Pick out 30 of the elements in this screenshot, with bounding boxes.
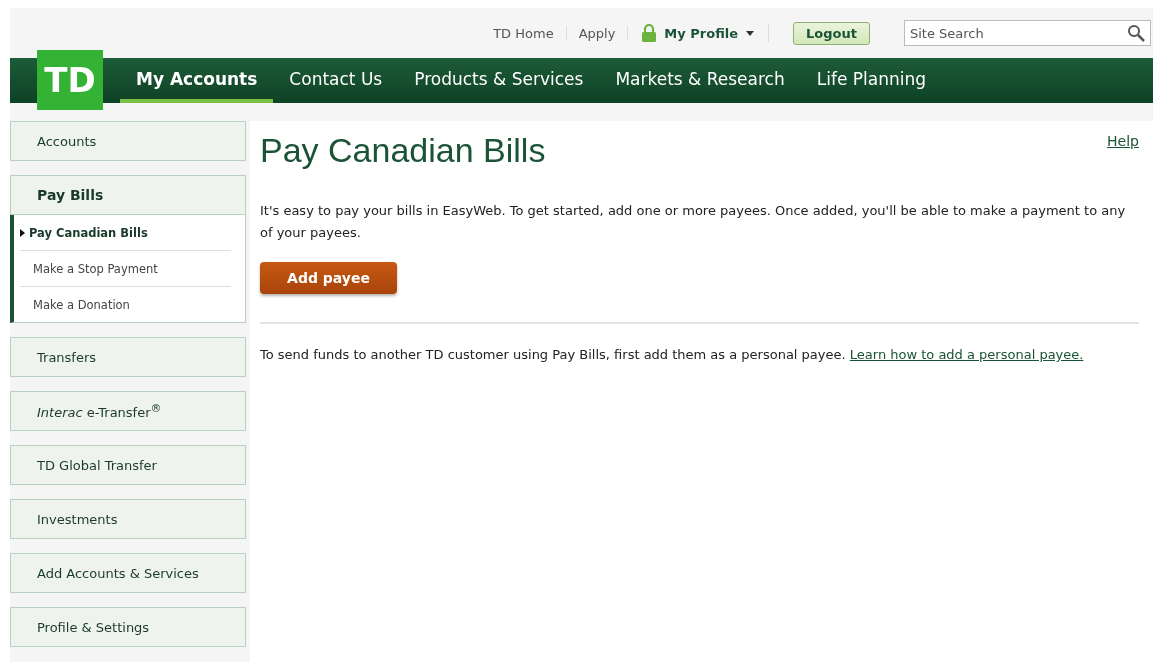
nav-tab[interactable]: Markets & Research — [599, 58, 801, 103]
nav-tab[interactable]: Products & Services — [398, 58, 600, 103]
sidebar-item[interactable]: Add Accounts & Services — [10, 553, 246, 593]
submenu-item[interactable]: Pay Canadian Bills — [20, 215, 231, 251]
pointer-icon — [20, 228, 25, 237]
sidebar-item[interactable]: Transfers — [10, 337, 246, 377]
page-title: Pay Canadian Bills — [260, 131, 546, 170]
caret-icon — [746, 30, 755, 36]
top-link[interactable]: TD Home — [481, 25, 567, 41]
submenu-item[interactable]: Make a Donation — [20, 287, 231, 322]
sidebar-item[interactable]: Profile & Settings — [10, 607, 246, 647]
note-text: To send funds to another TD customer using Pay Bills, first add them as a personal payee. Learn how to add a personal payee. — [260, 346, 1085, 364]
intro-text: It's easy to pay your bills in EasyWeb. To get started, add one or more payees. Once added, you'll be able to make a payment to any of your payees. — [260, 202, 1127, 242]
sidebar-item[interactable]: Investments — [10, 499, 246, 539]
top-link[interactable]: Apply — [566, 25, 629, 41]
nav-tab[interactable]: My Accounts — [120, 58, 274, 103]
search-field[interactable]: Site Search — [904, 20, 1151, 46]
logout-button[interactable]: Logout — [793, 21, 870, 45]
search-icon[interactable] — [1127, 24, 1145, 42]
sidebar-item[interactable]: Accounts — [10, 121, 246, 161]
nav-tab[interactable]: Contact Us — [273, 58, 399, 103]
learn-more-link[interactable]: Learn how to add a personal payee. — [849, 347, 1084, 362]
sidebar-item[interactable]: TD Global Transfer — [10, 445, 246, 485]
profile-menu[interactable]: My Profile — [628, 24, 770, 42]
help-link[interactable]: Help — [1107, 133, 1139, 149]
nav-tab[interactable]: Life Planning — [800, 58, 942, 103]
add-payee-button[interactable]: Add payee — [260, 262, 397, 294]
sidebar-item[interactable]: Pay Bills — [10, 175, 246, 215]
submenu-item[interactable]: Make a Stop Payment — [20, 251, 231, 287]
sidebar-item[interactable]: Interac e-Transfer$^{®}$ — [10, 391, 246, 431]
